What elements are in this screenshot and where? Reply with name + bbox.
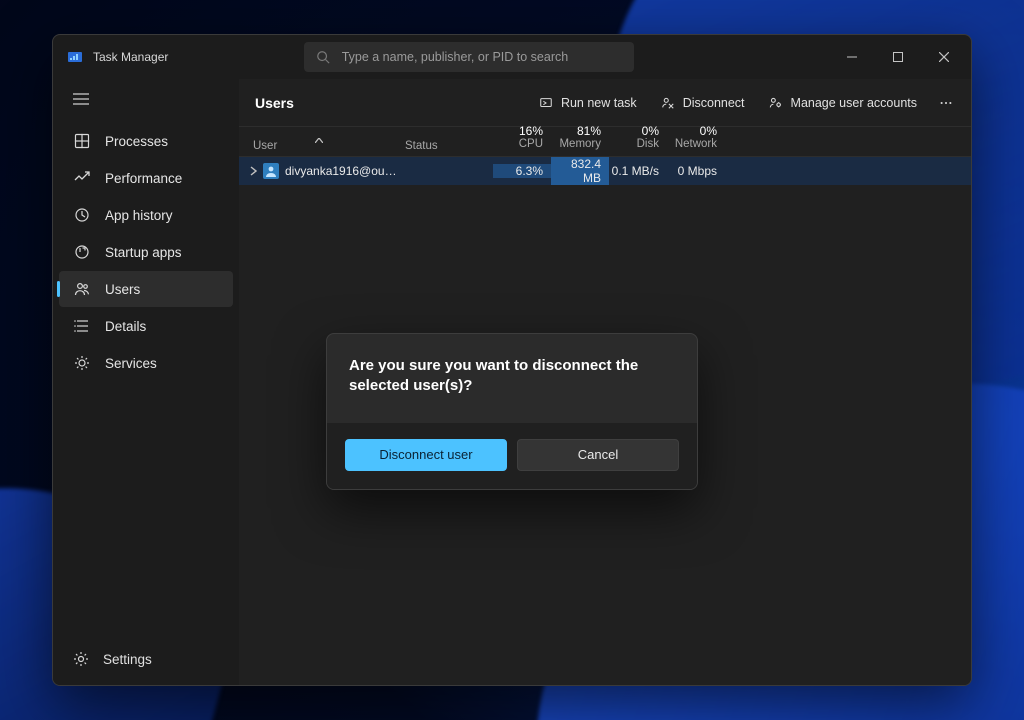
- run-new-task-button[interactable]: Run new task: [529, 87, 647, 119]
- cell-disk: 0.1 MB/s: [609, 164, 667, 178]
- sidebar-item-label: Performance: [105, 171, 182, 186]
- minimize-icon: [847, 52, 857, 62]
- search-icon: [316, 50, 330, 64]
- history-icon: [73, 206, 91, 224]
- page-title: Users: [255, 95, 294, 111]
- startup-icon: [73, 243, 91, 261]
- column-percent: 16%: [493, 124, 543, 138]
- column-header-memory[interactable]: 81% Memory: [551, 124, 609, 152]
- cell-network: 0 Mbps: [667, 164, 725, 178]
- search-placeholder: Type a name, publisher, or PID to search: [342, 50, 569, 64]
- hamburger-icon: [73, 93, 89, 105]
- gear-icon: [73, 651, 89, 667]
- cancel-button[interactable]: Cancel: [517, 439, 679, 471]
- sidebar-item-label: App history: [105, 208, 173, 223]
- app-icon: [67, 49, 83, 65]
- minimize-button[interactable]: [829, 35, 875, 79]
- expand-chevron-icon[interactable]: [245, 166, 261, 176]
- sidebar-item-label: Services: [105, 356, 157, 371]
- column-header-disk[interactable]: 0% Disk: [609, 124, 667, 152]
- sidebar-item-label: Processes: [105, 134, 168, 149]
- button-label: Disconnect: [683, 96, 745, 110]
- manage-accounts-icon: [769, 96, 783, 110]
- sort-indicator-icon: [315, 138, 323, 143]
- search-input[interactable]: Type a name, publisher, or PID to search: [304, 42, 634, 72]
- user-avatar-icon: [263, 163, 279, 179]
- app-title: Task Manager: [93, 50, 168, 64]
- sidebar-item-label: Settings: [103, 652, 152, 667]
- table-row[interactable]: divyanka1916@outlook.co… 6.3% 832.4 MB 0…: [239, 157, 971, 185]
- task-manager-window: Task Manager Type a name, publisher, or …: [52, 34, 972, 686]
- sidebar-item-label: Startup apps: [105, 245, 182, 260]
- button-label: Run new task: [561, 96, 637, 110]
- maximize-button[interactable]: [875, 35, 921, 79]
- column-label: User: [253, 140, 277, 152]
- sidebar-item-label: Users: [105, 282, 140, 297]
- more-options-button[interactable]: [931, 87, 961, 119]
- sidebar-item-settings[interactable]: Settings: [59, 639, 233, 679]
- column-percent: 81%: [551, 124, 601, 138]
- column-header-name[interactable]: User: [239, 140, 399, 152]
- maximize-icon: [893, 52, 903, 62]
- column-header-status[interactable]: Status: [399, 140, 493, 152]
- run-task-icon: [539, 96, 553, 110]
- user-name: divyanka1916@outlook.co…: [285, 164, 399, 178]
- close-icon: [939, 52, 949, 62]
- disconnect-icon: [661, 96, 675, 110]
- column-label: Status: [405, 140, 438, 152]
- column-percent: 0%: [667, 124, 717, 138]
- more-icon: [939, 96, 953, 110]
- confirm-dialog: Are you sure you want to disconnect the …: [326, 333, 698, 490]
- processes-icon: [73, 132, 91, 150]
- sidebar-item-details[interactable]: Details: [59, 308, 233, 344]
- titlebar: Task Manager Type a name, publisher, or …: [53, 35, 971, 79]
- performance-icon: [73, 169, 91, 187]
- hamburger-button[interactable]: [61, 81, 101, 117]
- sidebar-item-label: Details: [105, 319, 146, 334]
- column-label: Disk: [609, 138, 659, 152]
- column-percent: 0%: [609, 124, 659, 138]
- disconnect-button[interactable]: Disconnect: [651, 87, 755, 119]
- cell-memory: 832.4 MB: [551, 157, 609, 185]
- manage-user-accounts-button[interactable]: Manage user accounts: [759, 87, 927, 119]
- sidebar-item-app-history[interactable]: App history: [59, 197, 233, 233]
- services-icon: [73, 354, 91, 372]
- toolbar: Users Run new task Disconnect Manage use…: [239, 79, 971, 127]
- sidebar-item-performance[interactable]: Performance: [59, 160, 233, 196]
- table-header: User Status 16% CPU 81% Memory 0% Disk: [239, 127, 971, 157]
- button-label: Manage user accounts: [791, 96, 917, 110]
- sidebar-item-services[interactable]: Services: [59, 345, 233, 381]
- cell-cpu: 6.3%: [493, 164, 551, 178]
- sidebar-item-startup-apps[interactable]: Startup apps: [59, 234, 233, 270]
- column-label: Memory: [551, 138, 601, 152]
- details-icon: [73, 317, 91, 335]
- sidebar: Processes Performance App history Startu…: [53, 79, 239, 685]
- dialog-message: Are you sure you want to disconnect the …: [327, 334, 697, 423]
- sidebar-item-users[interactable]: Users: [59, 271, 233, 307]
- sidebar-item-processes[interactable]: Processes: [59, 123, 233, 159]
- column-label: CPU: [493, 138, 543, 152]
- disconnect-user-button[interactable]: Disconnect user: [345, 439, 507, 471]
- column-header-network[interactable]: 0% Network: [667, 124, 725, 152]
- users-icon: [73, 280, 91, 298]
- column-header-cpu[interactable]: 16% CPU: [493, 124, 551, 152]
- close-button[interactable]: [921, 35, 967, 79]
- column-label: Network: [667, 138, 717, 152]
